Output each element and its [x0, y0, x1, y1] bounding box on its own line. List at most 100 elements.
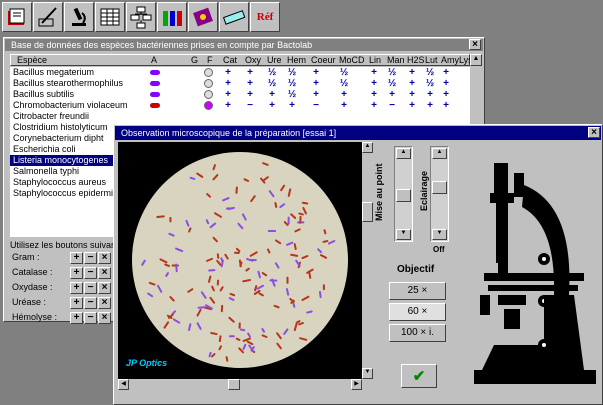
lighting-thumb[interactable]: [432, 181, 447, 194]
objective-100x-button[interactable]: 100 × i.: [389, 324, 446, 342]
column-header-man[interactable]: Man: [387, 55, 405, 65]
plus-button[interactable]: +: [70, 267, 83, 279]
column-header-hem[interactable]: Hem: [287, 55, 306, 65]
test-result-cell: ½: [267, 67, 277, 78]
test-result-cell: +: [389, 89, 395, 100]
field-horizontal-scrollbar[interactable]: ◀ ▶: [118, 379, 362, 390]
test-result-cell: +: [247, 89, 253, 100]
lighting-up-icon[interactable]: ▲: [432, 148, 447, 159]
focus-thumb[interactable]: [396, 189, 411, 202]
objective-60x-button[interactable]: 60 ×: [389, 303, 446, 321]
bacterium: [235, 337, 241, 341]
field-vertical-scrollbar[interactable]: ▲ ▼: [362, 142, 373, 379]
ok-button[interactable]: ✔: [401, 364, 437, 388]
focus-slider[interactable]: ▲ ▼: [394, 146, 413, 242]
bacterium: [285, 288, 290, 296]
plus-button[interactable]: +: [70, 252, 83, 264]
tree-icon[interactable]: [126, 2, 156, 32]
clear-button[interactable]: ×: [98, 297, 111, 309]
species-row[interactable]: Bacillus subtilis + + + ½ + + + + + + +: [10, 89, 470, 100]
bacterium: [323, 229, 327, 235]
minus-button[interactable]: −: [84, 312, 97, 324]
test-result-cell: +: [371, 100, 377, 111]
test-result-cell: +: [313, 89, 319, 100]
minus-button[interactable]: −: [84, 267, 97, 279]
lighting-slider[interactable]: ▲ ▼: [430, 146, 449, 242]
species-row[interactable]: Bacillus stearothermophilus + + ½ ½ + ½ + ½ + ½ +: [10, 78, 470, 89]
scroll-thumb[interactable]: [362, 202, 373, 222]
scroll-thumb[interactable]: [228, 379, 240, 390]
test-result-cell: +: [371, 89, 377, 100]
scroll-left-icon[interactable]: ◀: [118, 379, 129, 390]
column-header-species[interactable]: Espèce: [17, 55, 47, 65]
column-header-a[interactable]: A: [151, 55, 157, 65]
book-icon[interactable]: [2, 2, 32, 32]
microscope-icon[interactable]: [64, 2, 94, 32]
reference-button[interactable]: Réf: [250, 2, 280, 32]
column-header-amy[interactable]: Amy: [441, 55, 459, 65]
bacterium: [189, 176, 196, 180]
column-header-ure[interactable]: Ure: [267, 55, 282, 65]
column-header-cat[interactable]: Cat: [223, 55, 237, 65]
column-header-g[interactable]: G: [191, 55, 198, 65]
column-header-f[interactable]: F: [207, 55, 213, 65]
close-icon[interactable]: ×: [469, 39, 481, 50]
column-header-oxy[interactable]: Oxy: [245, 55, 261, 65]
table-icon[interactable]: [95, 2, 125, 32]
column-header-lin[interactable]: Lin: [369, 55, 381, 65]
scroll-up-icon[interactable]: ▲: [470, 54, 482, 66]
database-window-titlebar: Base de données des espèces bactériennes…: [5, 39, 483, 51]
close-icon[interactable]: ×: [588, 127, 600, 138]
bacterium: [261, 328, 266, 333]
flasks-icon[interactable]: [157, 2, 187, 32]
column-header-coeur[interactable]: Coeur: [311, 55, 336, 65]
column-header-mocd[interactable]: MoCD: [339, 55, 365, 65]
test-result-cell: +: [409, 100, 415, 111]
test-label: Hémolyse :: [12, 312, 58, 322]
focus-up-icon[interactable]: ▲: [396, 148, 411, 159]
bacterium: [322, 240, 329, 243]
scroll-up-icon[interactable]: ▲: [362, 142, 373, 153]
species-name: Escherichia coli: [13, 144, 76, 154]
scroll-down-icon[interactable]: ▼: [362, 368, 373, 379]
test-result-cell: −: [247, 100, 253, 111]
test-result-cell: ½: [339, 67, 349, 78]
column-header-lut[interactable]: Lut: [425, 55, 438, 65]
column-header-h2s[interactable]: H2S: [407, 55, 425, 65]
objective-25x-button[interactable]: 25 ×: [389, 282, 446, 300]
plus-button[interactable]: +: [70, 312, 83, 324]
clear-button[interactable]: ×: [98, 312, 111, 324]
pen-icon[interactable]: [33, 2, 63, 32]
notebook-icon[interactable]: [188, 2, 218, 32]
clear-button[interactable]: ×: [98, 252, 111, 264]
species-row[interactable]: Bacillus megaterium + + ½ ½ + ½ + ½ + ½ +: [10, 67, 470, 78]
gram-circle-icon: [204, 90, 213, 99]
test-result-cell: +: [427, 89, 433, 100]
minus-button[interactable]: −: [84, 297, 97, 309]
morphology-icon: [150, 103, 160, 108]
test-result-cell: +: [443, 78, 449, 89]
test-result-cell: −: [389, 100, 395, 111]
species-row[interactable]: Chromobacterium violaceum + − + + − + + − + + +: [10, 100, 470, 111]
plus-button[interactable]: +: [70, 297, 83, 309]
species-name: Bacillus stearothermophilus: [13, 78, 124, 88]
bacterium: [218, 345, 223, 351]
minus-button[interactable]: −: [84, 282, 97, 294]
plus-button[interactable]: +: [70, 282, 83, 294]
objective-title: Objectif: [397, 264, 435, 275]
test-result-cell: +: [427, 100, 433, 111]
bacterium: [218, 335, 222, 343]
lighting-down-icon[interactable]: ▼: [432, 229, 447, 240]
slide-icon[interactable]: [219, 2, 249, 32]
minus-button[interactable]: −: [84, 252, 97, 264]
test-result-cell: +: [269, 100, 275, 111]
focus-down-icon[interactable]: ▼: [396, 229, 411, 240]
clear-button[interactable]: ×: [98, 267, 111, 279]
species-name: Staphylococcus aureus: [13, 177, 107, 187]
species-row[interactable]: Citrobacter freundii: [10, 111, 470, 122]
bacterium: [274, 201, 278, 208]
clear-button[interactable]: ×: [98, 282, 111, 294]
scroll-right-icon[interactable]: ▶: [351, 379, 362, 390]
bacterium: [295, 320, 301, 324]
bacterium: [292, 302, 296, 308]
